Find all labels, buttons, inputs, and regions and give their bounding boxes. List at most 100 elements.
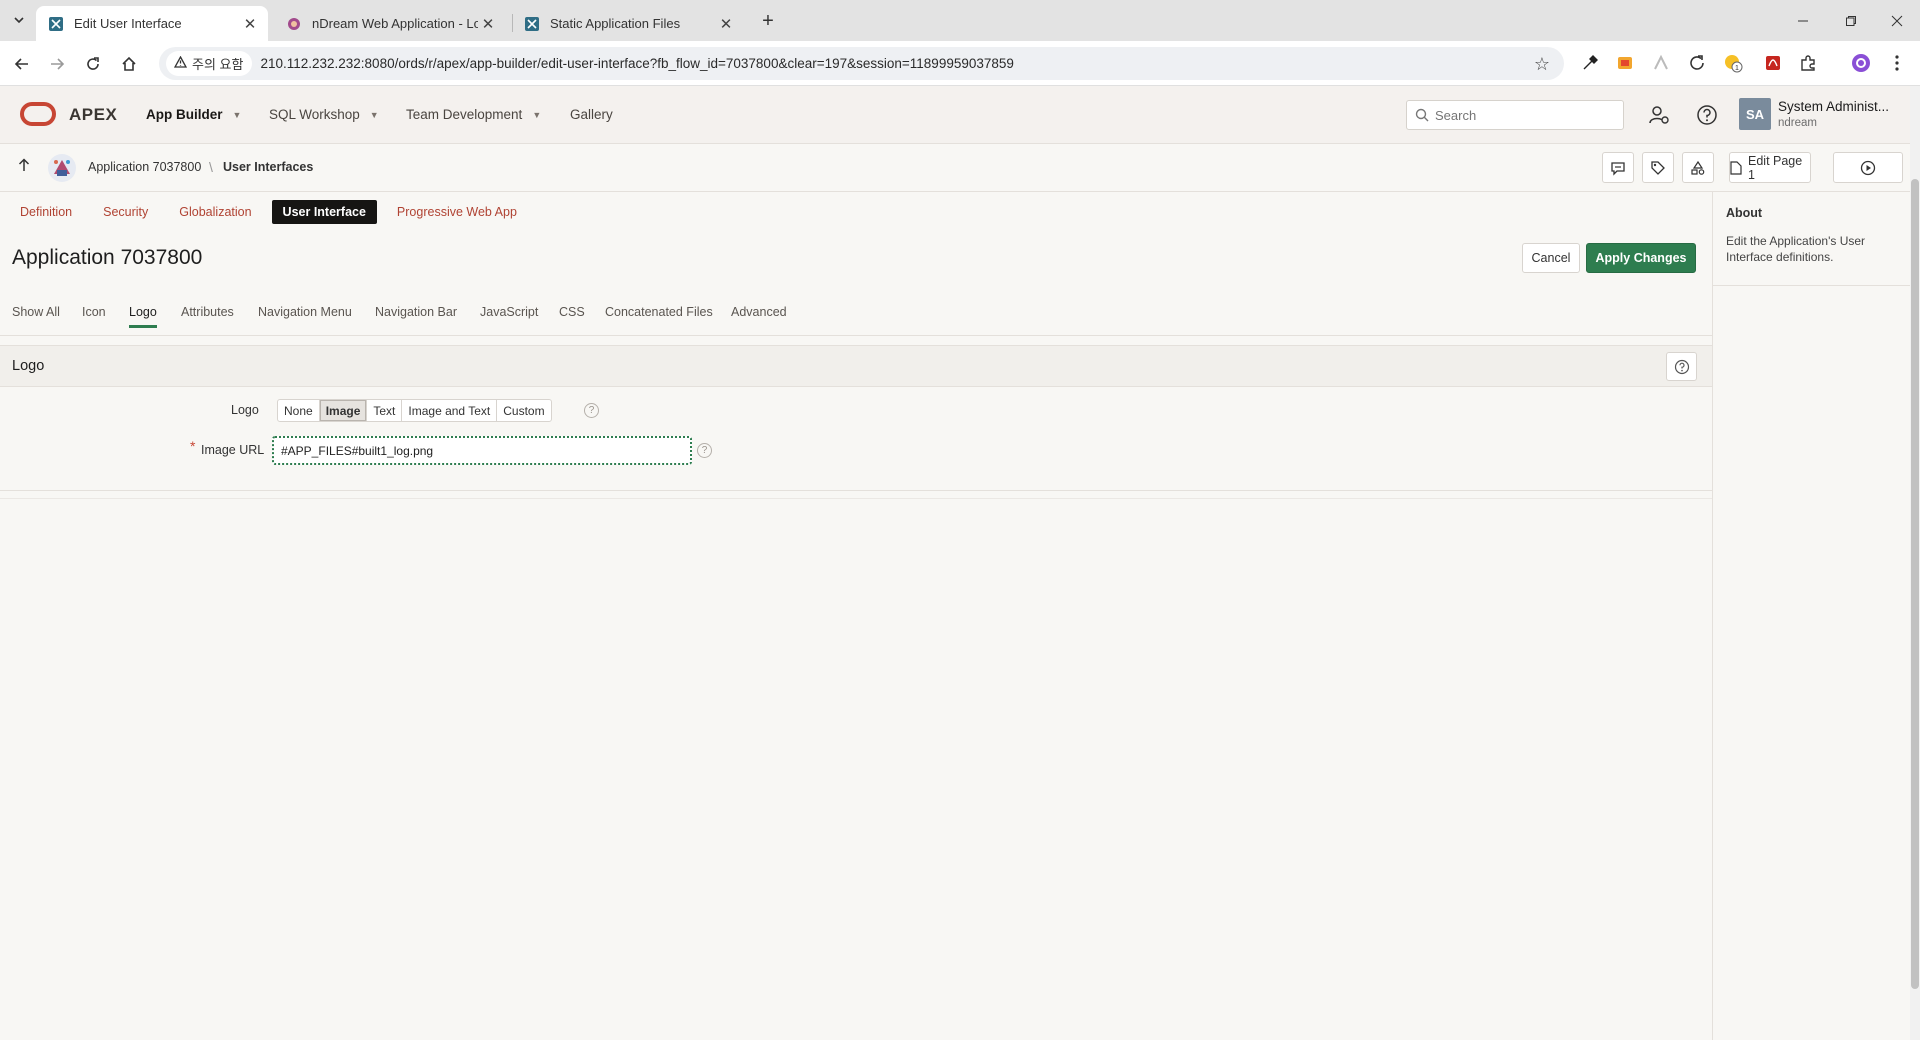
minimize-window-icon[interactable] <box>1780 0 1826 41</box>
restore-window-icon[interactable] <box>1828 0 1874 41</box>
extensions-puzzle-icon[interactable] <box>1797 52 1819 74</box>
up-arrow-icon[interactable] <box>18 158 30 177</box>
edit-page-button[interactable]: Edit Page 1 <box>1729 152 1811 183</box>
about-text: Edit the Application's User Interface de… <box>1726 234 1866 264</box>
omnibox[interactable]: 주의 요함 210.112.232.232:8080/ords/r/apex/a… <box>159 47 1564 80</box>
search-input[interactable] <box>1435 107 1615 123</box>
site-security-chip[interactable]: 주의 요함 <box>166 51 253 76</box>
chevron-down-icon: ▼ <box>232 109 242 120</box>
page-scrollbar[interactable] <box>1910 86 1920 1040</box>
nav-app-builder[interactable]: App Builder ▼ <box>146 107 241 122</box>
home-icon[interactable] <box>116 51 142 77</box>
tab-list-chevron-icon[interactable] <box>8 9 30 31</box>
reload-icon[interactable] <box>80 51 106 77</box>
section-tab-navigation-bar[interactable]: Navigation Bar <box>375 305 457 319</box>
logo-region: Logo Logo None Image Text Image and Text… <box>0 345 1712 491</box>
logo-field-label: Logo <box>231 403 259 417</box>
nav-label: SQL Workshop <box>269 107 360 122</box>
browser-tab-edit-user-interface[interactable]: Edit User Interface ✕ <box>36 6 268 41</box>
edit-page-icon <box>1730 160 1742 175</box>
administration-icon[interactable] <box>1646 102 1672 128</box>
about-title: About <box>1726 206 1763 220</box>
logo-option-image[interactable]: Image <box>319 400 368 421</box>
browser-tab-title: nDream Web Application - Lo <box>312 16 478 31</box>
notification-extension-icon[interactable]: 1 <box>1722 52 1744 74</box>
nav-label: Gallery <box>570 107 613 122</box>
tab-user-interface[interactable]: User Interface <box>271 200 377 224</box>
help-icon[interactable] <box>1694 102 1720 128</box>
browser-tab-bar: Edit User Interface ✕ nDream Web Applica… <box>0 0 1920 41</box>
tag-icon[interactable] <box>1642 152 1674 183</box>
scrollbar-thumb[interactable] <box>1911 179 1919 989</box>
section-tab-javascript[interactable]: JavaScript <box>480 305 538 319</box>
section-tab-show-all[interactable]: Show All <box>12 305 60 319</box>
browser-tab-title: Edit User Interface <box>74 16 182 31</box>
logo-option-none[interactable]: None <box>278 400 320 421</box>
logo-option-custom[interactable]: Custom <box>497 400 550 421</box>
logo-option-text[interactable]: Text <box>367 400 403 421</box>
section-tabs: Show All Icon Logo Attributes Navigation… <box>0 290 1712 336</box>
profile-avatar-icon[interactable] <box>1850 52 1872 74</box>
nav-sql-workshop[interactable]: SQL Workshop ▼ <box>269 107 379 122</box>
close-tab-icon[interactable]: ✕ <box>716 14 736 34</box>
empty-content-area <box>0 498 1712 1040</box>
section-tab-logo[interactable]: Logo <box>129 305 157 328</box>
section-tab-css[interactable]: CSS <box>559 305 585 319</box>
close-tab-icon[interactable]: ✕ <box>478 14 498 34</box>
tab-progressive-web-app[interactable]: Progressive Web App <box>386 200 528 224</box>
new-tab-plus-icon[interactable]: + <box>756 9 780 33</box>
breadcrumb-current: User Interfaces <box>223 160 314 174</box>
url-text[interactable]: 210.112.232.232:8080/ords/r/apex/app-bui… <box>260 56 1013 71</box>
nav-label: App Builder <box>146 107 223 122</box>
close-window-icon[interactable] <box>1874 0 1920 41</box>
close-tab-icon[interactable]: ✕ <box>240 14 260 34</box>
tab-globalization[interactable]: Globalization <box>168 200 262 224</box>
section-tab-concatenated-files[interactable]: Concatenated Files <box>605 305 713 319</box>
browser-tab-ndream[interactable]: nDream Web Application - Lo ✕ <box>274 6 506 41</box>
image-url-help-icon[interactable]: ? <box>697 443 712 458</box>
eyedropper-extension-icon[interactable] <box>1579 52 1601 74</box>
colorful-extension-icon[interactable] <box>1614 52 1636 74</box>
back-arrow-icon[interactable] <box>9 51 35 77</box>
section-tab-attributes[interactable]: Attributes <box>181 305 234 319</box>
shared-components-icon[interactable] <box>1682 152 1714 183</box>
browser-tab-title: Static Application Files <box>550 16 681 31</box>
browser-tab-static-files[interactable]: Static Application Files ✕ <box>512 6 744 41</box>
nav-gallery[interactable]: Gallery <box>570 107 613 122</box>
image-url-field-label: Image URL <box>201 443 265 457</box>
apply-changes-button[interactable]: Apply Changes <box>1586 243 1696 273</box>
breadcrumb-bar: Application 7037800 \ User Interfaces Ed… <box>0 144 1920 192</box>
browser-menu-icon[interactable] <box>1886 52 1908 74</box>
apex-favicon-icon <box>48 16 64 32</box>
cancel-button[interactable]: Cancel <box>1522 243 1580 273</box>
section-tab-advanced[interactable]: Advanced <box>731 305 787 319</box>
oracle-logo-icon[interactable] <box>20 102 56 126</box>
bookmark-star-icon[interactable]: ☆ <box>1534 54 1550 75</box>
logo-option-image-and-text[interactable]: Image and Text <box>402 400 498 421</box>
breadcrumb-separator: \ <box>209 159 213 175</box>
nav-team-development[interactable]: Team Development ▼ <box>406 107 541 122</box>
comments-icon[interactable] <box>1602 152 1634 183</box>
pdf-extension-icon[interactable] <box>1762 52 1784 74</box>
logo-help-icon[interactable]: ? <box>584 403 599 418</box>
nav-label: Team Development <box>406 107 523 122</box>
required-indicator: * <box>190 438 196 454</box>
user-name[interactable]: System Administ... <box>1778 99 1889 114</box>
section-tab-navigation-menu[interactable]: Navigation Menu <box>258 305 352 319</box>
security-label: 주의 요함 <box>192 57 244 72</box>
svg-text:1: 1 <box>1735 65 1739 72</box>
forward-arrow-icon[interactable] <box>44 51 70 77</box>
region-help-button[interactable] <box>1666 352 1697 381</box>
tab-definition[interactable]: Definition <box>9 200 83 224</box>
font-extension-icon[interactable] <box>1650 52 1672 74</box>
breadcrumb-application[interactable]: Application 7037800 <box>88 160 201 174</box>
apex-brand[interactable]: APEX <box>69 105 117 125</box>
section-tab-icon[interactable]: Icon <box>82 305 106 319</box>
tab-security[interactable]: Security <box>92 200 159 224</box>
divider <box>1713 285 1920 286</box>
browser-address-bar: 주의 요함 210.112.232.232:8080/ords/r/apex/a… <box>0 41 1920 86</box>
run-page-button[interactable] <box>1833 152 1903 183</box>
user-avatar[interactable]: SA <box>1739 98 1771 130</box>
image-url-input[interactable] <box>272 436 692 465</box>
refresh-extension-icon[interactable] <box>1686 52 1708 74</box>
